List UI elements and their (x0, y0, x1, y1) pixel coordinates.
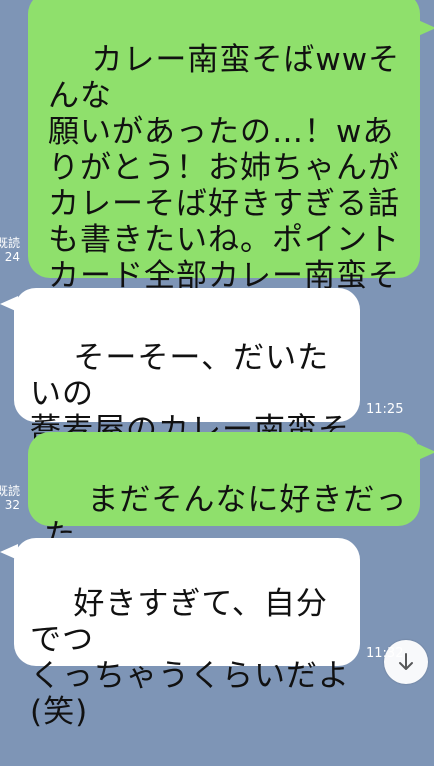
bubble-tail (418, 20, 434, 36)
bubble-tail (418, 444, 434, 460)
message-time: 11:25 (366, 402, 404, 417)
message-time: 24 (4, 250, 20, 264)
read-receipt: 既読 32 (0, 484, 20, 512)
arrow-down-icon (399, 653, 413, 670)
received-message-bubble[interactable]: そーそー、だいたいの 蕎麦屋のカレー南蛮そ ばを制覇したい！ (14, 288, 360, 484)
message-time: 32 (4, 498, 20, 512)
message-text: 好きすぎて、自分でつ くっちゃうくらいだよ (笑) (30, 586, 350, 730)
scroll-down-button[interactable] (384, 640, 428, 684)
sent-message-bubble[interactable]: カレー南蛮そばwwそんな 願いがあったの…！wあ りがとう！お姉ちゃんが カレー… (28, 0, 420, 330)
read-receipt: 既読 24 (0, 236, 20, 264)
message-text: カレー南蛮そばwwそんな 願いがあったの…！wあ りがとう！お姉ちゃんが カレー… (48, 42, 401, 330)
chat-area[interactable]: 既読 24 カレー南蛮そばwwそんな 願いがあったの…！wあ りがとう！お姉ちゃ… (0, 0, 434, 730)
sent-message-bubble[interactable]: まだそんなに好きだった んだね（笑） (28, 432, 420, 590)
read-label: 既読 (0, 236, 20, 250)
received-message-bubble[interactable]: 好きすぎて、自分でつ くっちゃうくらいだよ (笑) (14, 538, 360, 730)
read-label: 既読 (0, 484, 20, 498)
